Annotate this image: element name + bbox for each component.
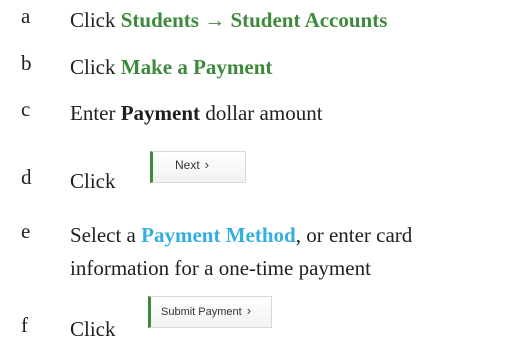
chevron-right-icon: › — [246, 303, 252, 318]
payment-method-link: Payment Method — [141, 223, 296, 247]
payment-field-name: Payment — [120, 101, 201, 125]
step-letter: c — [21, 97, 31, 121]
make-a-payment-link: Make a Payment — [120, 55, 273, 79]
submit-payment-button-label: Submit Payment — [161, 306, 242, 318]
step-text-prefix: Click — [70, 317, 116, 340]
step-text-suffix: , or enter card — [295, 223, 413, 247]
step-a: a Click Students → Student Accounts — [0, 4, 523, 40]
step-text-suffix: dollar amount — [200, 101, 323, 125]
next-button[interactable]: Next › — [150, 151, 246, 183]
step-text: Enter Payment dollar amount — [70, 97, 519, 130]
step-e: e Select a Payment Method, or enter card… — [0, 219, 523, 287]
step-text: Click — [70, 165, 519, 198]
step-text: Click Make a Payment — [70, 51, 519, 84]
step-text: Select a Payment Method, or enter card i… — [70, 219, 519, 285]
chevron-right-icon: › — [204, 157, 210, 172]
step-text-prefix: Click — [70, 169, 116, 193]
step-letter: d — [21, 165, 32, 189]
step-d: d Click Next › — [0, 151, 523, 195]
instruction-list: a Click Students → Student Accounts b Cl… — [0, 0, 523, 340]
step-letter: e — [21, 219, 31, 243]
step-c: c Enter Payment dollar amount — [0, 97, 523, 133]
step-b: b Click Make a Payment — [0, 51, 523, 87]
student-accounts-menu-link: Student Accounts — [230, 8, 388, 32]
step-text-prefix: Click — [70, 8, 121, 32]
step-text-prefix: Select a — [70, 223, 142, 247]
step-text: Click Students → Student Accounts — [70, 4, 519, 37]
next-button-label: Next — [175, 158, 200, 172]
step-f: f Click Submit Payment › — [0, 296, 523, 340]
right-arrow-icon: → — [204, 8, 226, 32]
step-text-line: information for a one-time payment — [70, 256, 371, 280]
step-letter: f — [21, 313, 28, 337]
step-letter: a — [21, 4, 31, 28]
students-menu-link: Students — [120, 8, 199, 32]
step-text-line: Select a Payment Method, or enter card — [70, 219, 519, 252]
step-letter: b — [21, 51, 32, 75]
submit-payment-button[interactable]: Submit Payment › — [148, 296, 272, 328]
step-text-prefix: Click — [70, 55, 121, 79]
step-text: Click — [70, 313, 519, 340]
step-text-prefix: Enter — [70, 101, 121, 125]
